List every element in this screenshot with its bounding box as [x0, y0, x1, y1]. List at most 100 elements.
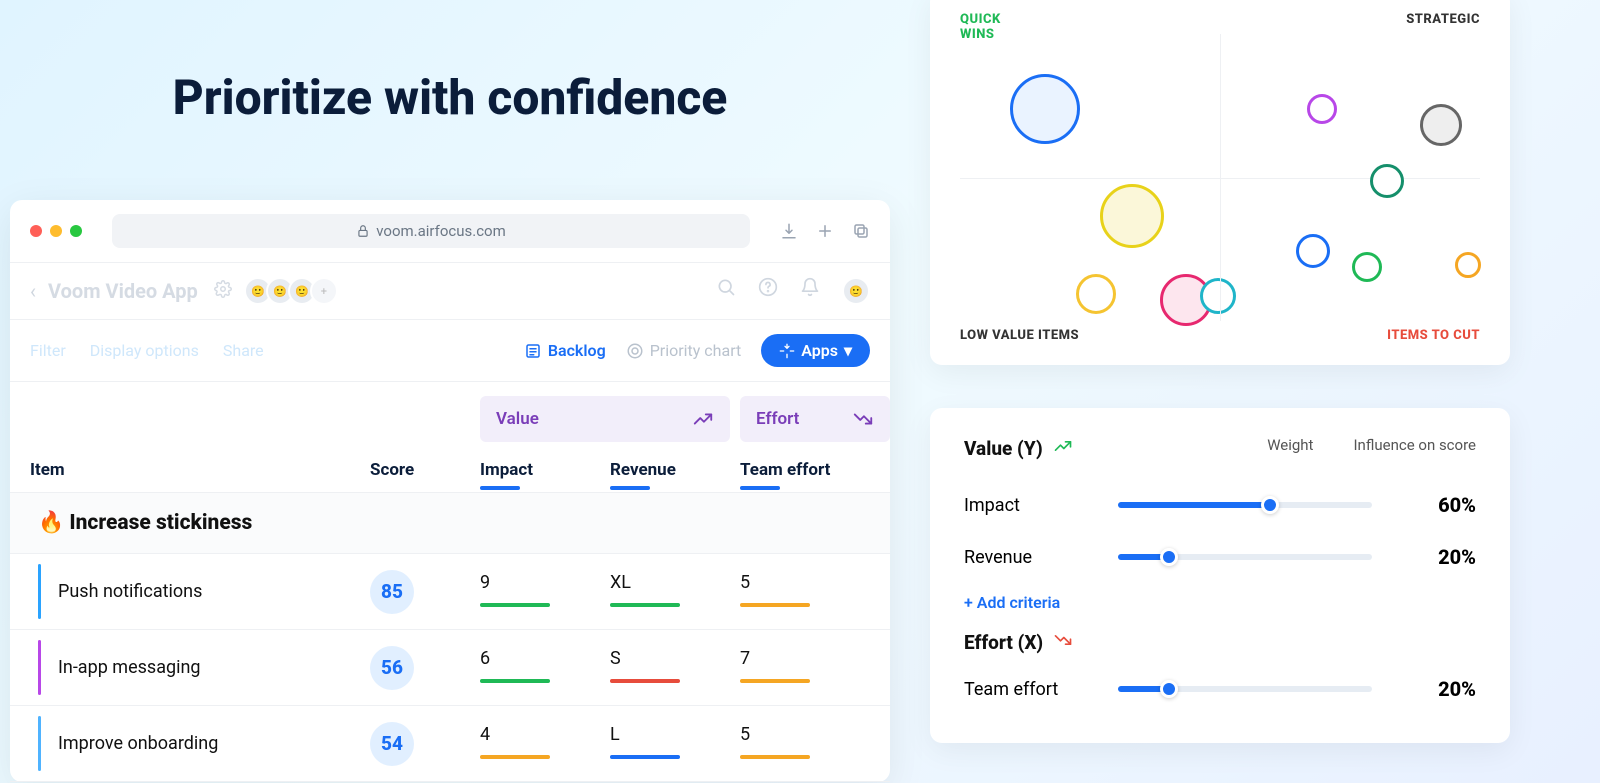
notifications-icon[interactable] [800, 277, 820, 297]
traffic-lights [30, 225, 82, 237]
criteria-name: Team effort [964, 679, 1094, 700]
quadrant-low-value: LOW VALUE ITEMS [960, 328, 1079, 343]
trend-up-icon [692, 408, 714, 430]
criteria-name: Impact [964, 495, 1094, 516]
cell-revenue[interactable]: XL [610, 572, 740, 611]
user-avatar[interactable]: 🙂 [842, 277, 870, 305]
column-group-effort: Effort [740, 396, 890, 442]
team-effort-pct: 20% [1396, 677, 1476, 701]
impact-pct: 60% [1396, 493, 1476, 517]
chart-bubble[interactable] [1076, 274, 1116, 314]
cell-revenue[interactable]: L [610, 724, 740, 763]
chart-bubble[interactable] [1455, 252, 1481, 278]
chart-bubble[interactable] [1296, 234, 1330, 268]
priority-chart: QUICK WINS STRATEGIC LOW VALUE ITEMS ITE… [930, 0, 1510, 365]
influence-header: Influence on score [1353, 436, 1476, 461]
address-bar[interactable]: voom.airfocus.com [112, 214, 750, 248]
column-headers: Item Score Impact Revenue Team effort [10, 442, 890, 492]
page-headline: Prioritize with confidence [0, 70, 900, 125]
quadrant-strategic: STRATEGIC [1406, 12, 1480, 27]
add-criteria-button[interactable]: + Add criteria [964, 593, 1476, 612]
item-name: In-app messaging [30, 657, 370, 678]
weight-header: Weight [1267, 436, 1313, 461]
revenue-pct: 20% [1396, 545, 1476, 569]
download-icon[interactable] [780, 222, 798, 240]
impact-slider[interactable] [1118, 502, 1372, 508]
effort-axis-label: Effort (X) [964, 630, 1476, 655]
cell-revenue[interactable]: S [610, 648, 740, 687]
browser-window: voom.airfocus.com ‹ Voom Video App 🙂 🙂 🙂… [10, 200, 890, 782]
minimize-window-icon[interactable] [50, 225, 62, 237]
plus-icon[interactable] [816, 222, 834, 240]
column-group-value: Value [480, 396, 730, 442]
copy-icon[interactable] [852, 222, 870, 240]
collaborators: 🙂 🙂 🙂 + [250, 277, 338, 305]
chart-bubble[interactable] [1200, 278, 1236, 314]
trend-down-icon [1053, 630, 1073, 655]
toolbar: Filter Display options Share Backlog Pri… [10, 320, 890, 382]
cell-effort[interactable]: 7 [740, 648, 890, 687]
team-effort-slider[interactable] [1118, 686, 1372, 692]
search-icon[interactable] [716, 277, 736, 297]
tab-backlog[interactable]: Backlog [524, 341, 606, 360]
value-axis-label: Value (Y) [964, 436, 1227, 461]
table-row[interactable]: In-app messaging 56 6 S 7 [10, 630, 890, 706]
filter-button[interactable]: Filter [30, 341, 66, 360]
chart-bubble[interactable] [1352, 252, 1382, 282]
chart-bubble[interactable] [1307, 94, 1337, 124]
cell-impact[interactable]: 6 [480, 648, 610, 687]
chart-bubble[interactable] [1420, 104, 1462, 146]
maximize-window-icon[interactable] [70, 225, 82, 237]
tab-priority-chart[interactable]: Priority chart [626, 341, 742, 360]
chart-bubble[interactable] [1010, 74, 1080, 144]
effort-axis-text: Effort (X) [964, 631, 1043, 654]
item-name: Improve onboarding [30, 733, 370, 754]
share-button[interactable]: Share [223, 341, 264, 360]
col-score: Score [370, 460, 480, 480]
table-row[interactable]: Improve onboarding 54 4 L 5 [10, 706, 890, 782]
criteria-row-impact: Impact 60% [964, 479, 1476, 531]
gear-icon[interactable] [214, 280, 232, 302]
table-row[interactable]: Push notifications 85 9 XL 5 [10, 554, 890, 630]
score-badge: 85 [370, 570, 414, 614]
app-header: ‹ Voom Video App 🙂 🙂 🙂 + 🙂 [10, 263, 890, 320]
quadrant-items-to-cut: ITEMS TO CUT [1387, 328, 1480, 343]
chevron-down-icon: ▾ [844, 341, 852, 360]
cell-impact[interactable]: 4 [480, 724, 610, 763]
trend-down-icon [852, 408, 874, 430]
score-badge: 56 [370, 646, 414, 690]
item-name: Push notifications [30, 581, 370, 602]
criteria-panel: Value (Y) Weight Influence on score Impa… [930, 408, 1510, 743]
criteria-row-team-effort: Team effort 20% [964, 663, 1476, 715]
cell-effort[interactable]: 5 [740, 724, 890, 763]
app-title: Voom Video App [48, 279, 198, 303]
quadrant-grid [960, 34, 1480, 321]
quadrant-quick-wins: QUICK WINS [960, 12, 972, 24]
col-revenue[interactable]: Revenue [610, 460, 740, 480]
chart-bubble[interactable] [1370, 164, 1404, 198]
add-collaborator-button[interactable]: + [310, 277, 338, 305]
close-window-icon[interactable] [30, 225, 42, 237]
display-options-button[interactable]: Display options [90, 341, 199, 360]
chart-bubble[interactable] [1100, 184, 1164, 248]
col-impact[interactable]: Impact [480, 460, 610, 480]
apps-button[interactable]: Apps ▾ [761, 334, 870, 367]
revenue-slider[interactable] [1118, 554, 1372, 560]
trend-up-icon [1053, 436, 1073, 461]
cell-effort[interactable]: 5 [740, 572, 890, 611]
back-icon[interactable]: ‹ [30, 279, 36, 303]
tab-priority-label: Priority chart [650, 341, 742, 360]
tab-backlog-label: Backlog [548, 341, 606, 360]
column-group-value-label: Value [496, 409, 539, 429]
value-axis-text: Value (Y) [964, 437, 1043, 460]
section-title: 🔥 Increase stickiness [10, 492, 890, 554]
criteria-name: Revenue [964, 547, 1094, 568]
cell-impact[interactable]: 9 [480, 572, 610, 611]
help-icon[interactable] [758, 277, 778, 297]
criteria-row-revenue: Revenue 20% [964, 531, 1476, 583]
browser-chrome: voom.airfocus.com [10, 200, 890, 263]
address-bar-url: voom.airfocus.com [376, 222, 506, 240]
col-team-effort[interactable]: Team effort [740, 460, 890, 480]
column-group-effort-label: Effort [756, 409, 799, 429]
apps-button-label: Apps [801, 341, 838, 360]
